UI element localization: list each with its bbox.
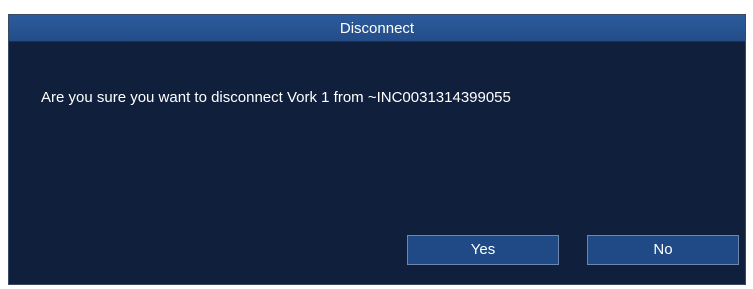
no-button[interactable]: No: [587, 235, 739, 265]
yes-button[interactable]: Yes: [407, 235, 559, 265]
dialog-title: Disconnect: [9, 15, 745, 42]
disconnect-dialog: Disconnect Are you sure you want to disc…: [8, 14, 746, 285]
dialog-message: Are you sure you want to disconnect Vork…: [41, 89, 511, 106]
